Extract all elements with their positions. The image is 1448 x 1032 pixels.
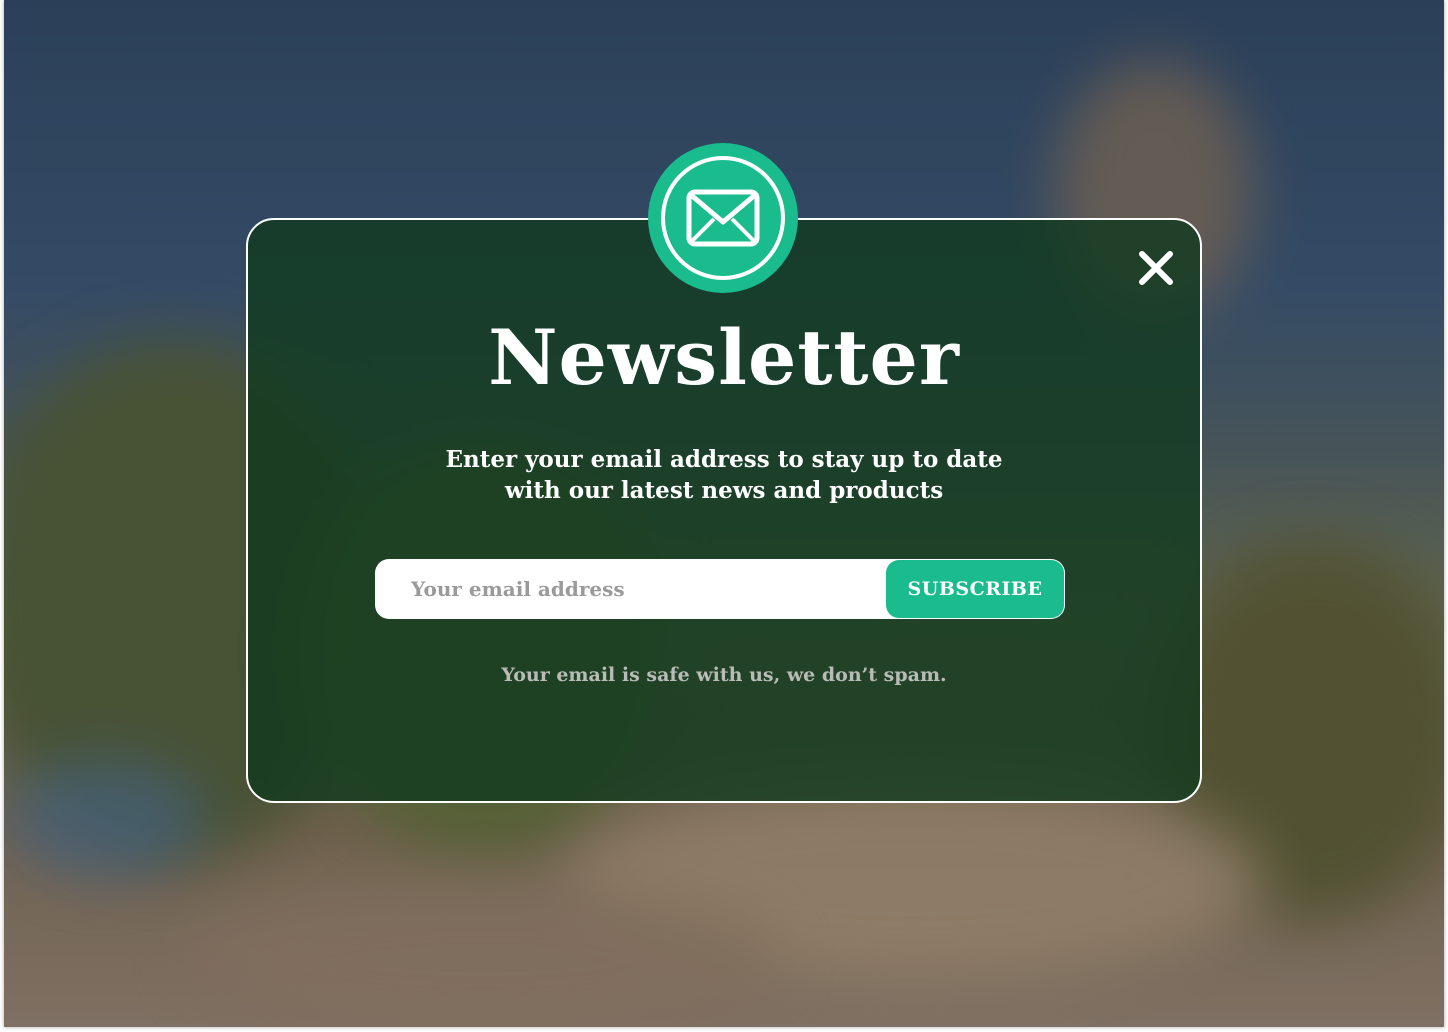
email-input[interactable] xyxy=(375,559,886,619)
newsletter-modal xyxy=(246,218,1202,803)
spam-disclaimer: Your email is safe with us, we don’t spa… xyxy=(501,664,947,686)
modal-subtitle: Enter your email address to stay up to d… xyxy=(246,444,1202,506)
subscribe-form: SUBSCRIBE xyxy=(375,559,1065,619)
close-icon xyxy=(1139,251,1173,285)
subtitle-line-2: with our latest news and products xyxy=(504,477,944,504)
close-button[interactable] xyxy=(1134,246,1178,290)
envelope-badge xyxy=(648,143,798,293)
envelope-icon xyxy=(661,156,785,280)
subtitle-line-1: Enter your email address to stay up to d… xyxy=(445,446,1003,473)
modal-title: Newsletter xyxy=(488,313,960,402)
subscribe-button[interactable]: SUBSCRIBE xyxy=(886,560,1064,618)
